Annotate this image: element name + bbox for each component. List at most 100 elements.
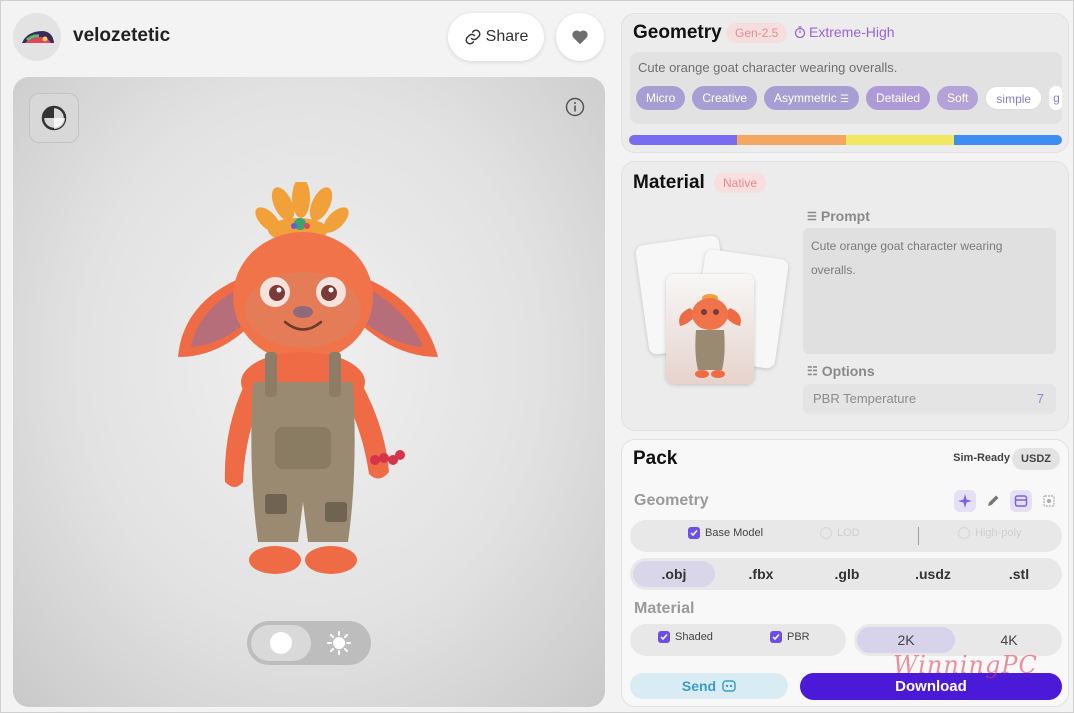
prompt-label: Prompt [820,208,870,224]
lod-label: LOD [837,527,860,539]
format-obj[interactable]: .obj [633,561,715,587]
link-icon [465,29,481,45]
avatar[interactable] [13,13,61,61]
spectrum-segment-yellow [845,135,954,145]
geometry-prompt-text: Cute orange goat character wearing overa… [638,60,898,75]
chip-soft[interactable]: Soft [937,86,979,110]
chip-creative[interactable]: Creative [692,86,758,110]
send-target-icon [722,680,736,692]
edit-tool-button[interactable] [982,490,1004,512]
goat-thumbnail [679,294,741,378]
check-icon [770,631,782,643]
material-previews[interactable] [634,232,790,384]
magic-tool-button[interactable] [954,490,976,512]
toggle-light-on[interactable] [251,625,311,661]
sliders-icon: ☷ [807,364,818,378]
usdz-toggle[interactable]: USDZ [1012,448,1060,470]
material-options-bar: Shaded PBR [630,624,846,656]
timer-icon [794,26,806,38]
option-divider [918,527,919,545]
unchecked-icon [958,527,970,539]
geometry-tools [954,490,1060,512]
chip-detailed[interactable]: Detailed [866,86,931,110]
like-button[interactable] [556,13,604,61]
spectrum-segment-blue [953,135,1062,145]
sparkle-icon [958,494,972,508]
options-label: Options [821,363,875,379]
info-icon[interactable] [565,97,585,117]
chip-asymmetric[interactable]: Asymmetric ☰ [764,86,860,110]
shaded-label: Shaded [675,631,713,643]
geometry-subtitle: Geometry [634,492,709,509]
pencil-icon [988,495,999,506]
base-model-option[interactable]: Base Model [688,527,763,539]
avatar-image [13,13,61,61]
chip-simple[interactable]: simple [985,86,1043,110]
goat-character-model [178,182,438,574]
top-bar: velozetetic Share [13,13,605,61]
lighting-toggle[interactable] [247,621,371,665]
share-label: Share [485,28,529,45]
material-prompt-text[interactable]: Cute orange goat character wearing overa… [803,228,1056,354]
mesh-icon [1043,495,1055,507]
watermark-logo: WinningPC [893,651,1038,679]
high-poly-option[interactable]: High-poly [958,527,1021,539]
toggle-light-off[interactable] [325,629,353,657]
username: velozetetic [73,25,171,46]
pbr-option[interactable]: PBR [770,631,810,643]
material-card: Material Native ☰ Prompt Cute orange goa… [621,161,1069,431]
option-name: PBR Temperature [813,391,917,406]
format-stl[interactable]: .stl [978,561,1060,587]
pack-title: Pack [633,448,678,469]
cube-frame-icon [1014,495,1028,507]
prompt-section-label: ☰ Prompt [807,208,870,224]
material-preview-main [666,274,754,384]
options-section-label: ☷ Options [807,363,875,379]
check-icon [688,527,700,539]
resolution-4k[interactable]: 4K [960,627,1058,653]
format-glb[interactable]: .glb [806,561,888,587]
high-poly-label: High-poly [975,527,1022,539]
geometry-title: Geometry [633,22,722,43]
material-title: Material [633,172,705,193]
pbr-label: PBR [787,631,810,643]
version-badge: Gen-2.5 [726,23,788,43]
sim-ready-label: Sim-Ready [953,452,1010,464]
check-icon [658,631,670,643]
share-button[interactable]: Share [448,13,544,61]
model-viewer[interactable] [13,77,605,707]
native-badge: Native [714,173,767,193]
material-subtitle: Material [634,600,695,617]
option-value: 7 [1036,391,1044,406]
shaded-option[interactable]: Shaded [658,631,713,643]
retopo-tool-button[interactable] [1010,490,1032,512]
send-label: Send [681,678,717,694]
heart-icon [572,30,588,45]
spectrum-segment-purple [629,135,738,145]
base-model-label: Base Model [705,527,764,539]
chip-micro[interactable]: Micro [636,86,686,110]
lod-option[interactable]: LOD [820,527,860,539]
geometry-prompt-box[interactable]: Cute orange goat character wearing overa… [630,52,1062,124]
circle-icon [270,632,292,654]
list-icon: ☰ [840,94,850,105]
format-usdz[interactable]: .usdz [892,561,974,587]
send-button[interactable]: Send [630,673,788,699]
chip-truncated[interactable]: g [1049,86,1062,110]
pbr-temperature-option[interactable]: PBR Temperature 7 [803,384,1056,414]
chip-asymmetric-label: Asymmetric [774,91,837,105]
unchecked-icon [820,527,832,539]
quality-indicator: Extreme-High [794,24,895,40]
style-spectrum-bar [629,135,1062,145]
format-fbx[interactable]: .fbx [720,561,802,587]
mesh-tool-button[interactable] [1038,490,1060,512]
contrast-icon [41,105,67,131]
text-icon: ☰ [807,210,817,223]
resolution-2k[interactable]: 2K [857,627,955,653]
geometry-card: Geometry Gen-2.5 Extreme-High Cute orang… [621,13,1069,153]
spectrum-segment-orange [737,135,846,145]
view-mode-button[interactable] [29,93,79,143]
geometry-options-bar: Base Model LOD High-poly [630,520,1062,552]
sparkle-light-icon [327,631,351,655]
style-chips: Micro Creative Asymmetric ☰ Detailed Sof… [636,86,1062,110]
